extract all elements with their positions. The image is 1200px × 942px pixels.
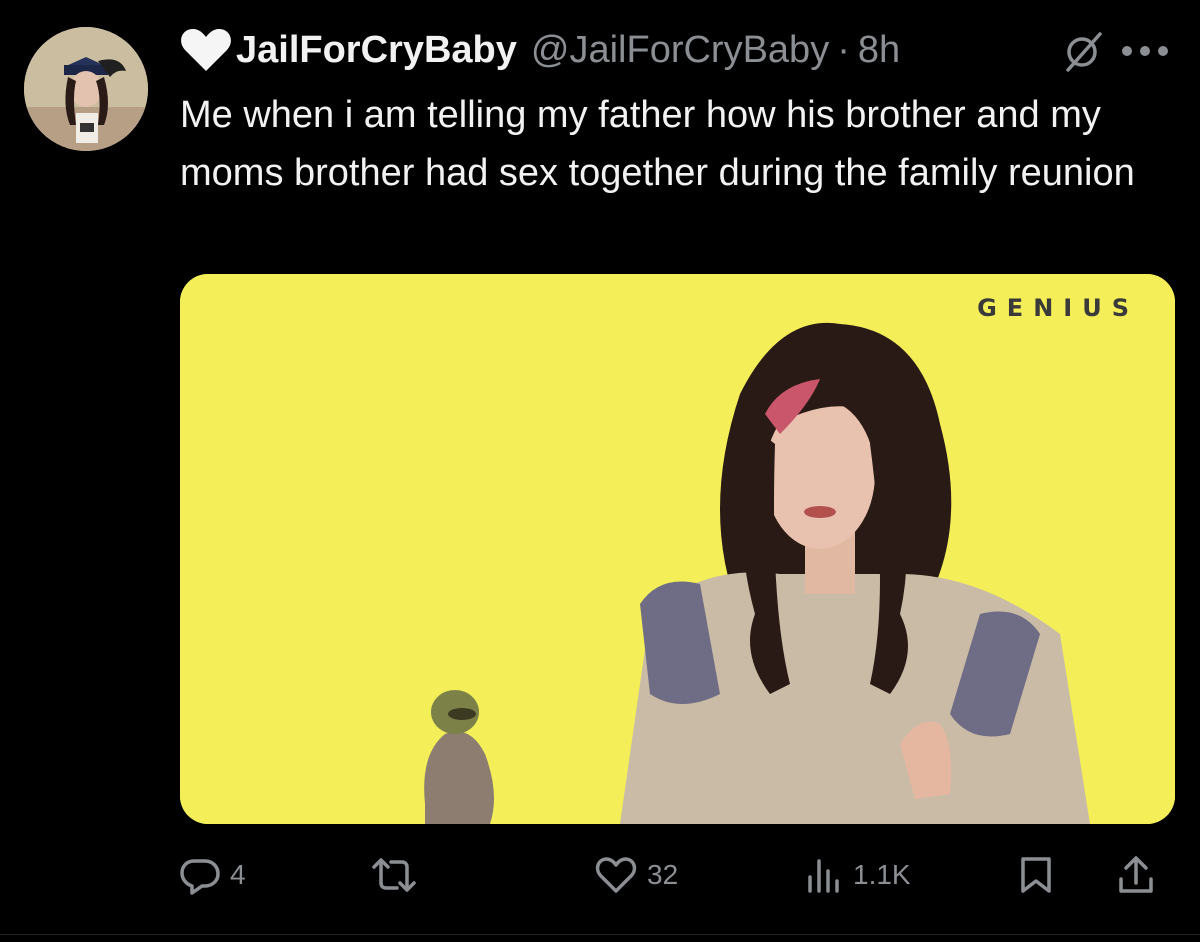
genius-watermark: GENIUS <box>977 294 1139 322</box>
more-options-icon[interactable] <box>1120 44 1170 58</box>
white-heart-icon <box>181 29 231 71</box>
views-button[interactable]: 1.1K <box>805 845 911 905</box>
action-bar: 4 32 1.1K <box>180 845 1175 905</box>
retweet-icon <box>372 858 416 892</box>
share-button[interactable] <box>1117 845 1155 905</box>
media-image <box>180 274 1175 824</box>
views-icon <box>808 859 839 893</box>
grok-icon[interactable] <box>1062 30 1106 74</box>
bookmark-button[interactable] <box>1018 845 1054 905</box>
share-icon <box>1119 856 1153 893</box>
views-count: 1.1K <box>853 859 911 890</box>
avatar-image <box>24 27 148 151</box>
bottom-divider <box>0 934 1200 935</box>
like-count: 32 <box>647 859 679 890</box>
tweet-header: JailForCryBaby @JailForCryBaby · 8h <box>180 22 900 78</box>
retweet-button[interactable] <box>370 845 428 905</box>
separator-dot: · <box>837 28 850 71</box>
reply-button[interactable]: 4 <box>180 845 246 905</box>
tweet-media[interactable]: GENIUS <box>180 274 1175 824</box>
like-button[interactable]: 32 <box>595 845 678 905</box>
tweet-card[interactable]: JailForCryBaby @JailForCryBaby · 8h Me w… <box>0 0 1200 942</box>
timestamp[interactable]: 8h <box>858 29 900 72</box>
reply-count: 4 <box>230 859 246 890</box>
bookmark-icon <box>1021 857 1051 893</box>
tweet-text: Me when i am telling my father how his b… <box>180 94 1135 194</box>
avatar[interactable] <box>24 27 148 151</box>
reply-icon <box>180 859 220 895</box>
heart-outline-icon <box>595 857 637 893</box>
user-handle[interactable]: @JailForCryBaby <box>531 29 829 72</box>
display-name[interactable]: JailForCryBaby <box>236 29 517 72</box>
